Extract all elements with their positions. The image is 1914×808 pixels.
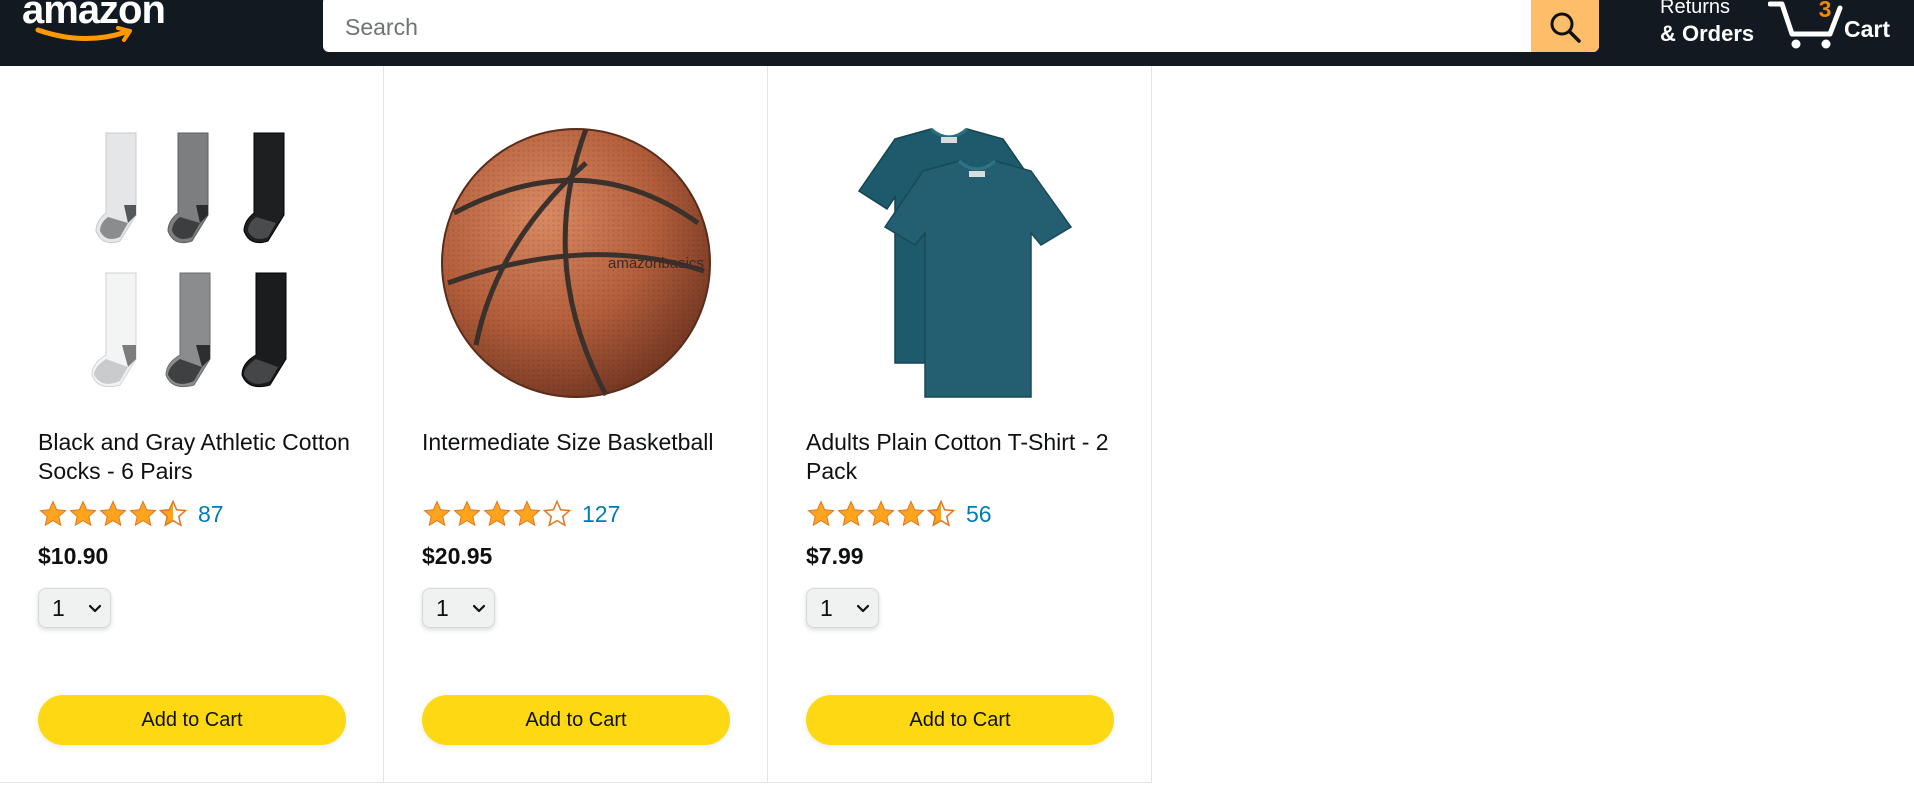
star-half-icon: [926, 499, 956, 527]
star-full-icon: [453, 500, 481, 527]
quantity-select[interactable]: 1: [38, 588, 111, 628]
add-to-cart-button[interactable]: Add to Cart: [806, 695, 1114, 745]
star-full-icon: [897, 500, 925, 527]
star-full-icon: [837, 500, 865, 527]
product-image[interactable]: [38, 114, 346, 412]
product-rating: 56: [806, 496, 992, 532]
star-full-icon: [39, 500, 67, 527]
product-image[interactable]: [806, 114, 1114, 412]
product-rating: 87: [38, 496, 224, 532]
quantity-value: 1: [820, 594, 833, 621]
socks-image: [91, 132, 287, 388]
tshirt-image: [857, 127, 1073, 398]
search-icon: [1550, 12, 1581, 43]
search-input[interactable]: [323, 0, 1531, 52]
star-full-icon: [807, 500, 835, 527]
product-name[interactable]: Black and Gray Athletic Cotton Socks - 6…: [38, 428, 358, 486]
star-half-icon: [158, 499, 188, 527]
quantity-value: 1: [52, 594, 65, 621]
quantity-select[interactable]: 1: [422, 588, 495, 628]
returns-label: Returns: [1660, 0, 1731, 18]
star-full-icon: [69, 500, 97, 527]
star-full-icon: [867, 500, 895, 527]
product-name[interactable]: Intermediate Size Basketball: [422, 428, 742, 457]
product-grid: Black and Gray Athletic Cotton Socks - 6…: [0, 66, 1152, 783]
rating-count-link[interactable]: 127: [582, 501, 620, 528]
product-card-tshirt: Adults Plain Cotton T-Shirt - 2 Pack 56 …: [768, 66, 1152, 782]
star-full-icon: [423, 500, 451, 527]
ball-brand-text: amazonbasics: [608, 255, 704, 272]
basketball-image: amazonbasics: [441, 128, 711, 398]
cart-link[interactable]: 3 Cart: [1768, 0, 1908, 52]
logo-smile-icon: [35, 26, 132, 42]
returns-orders-link[interactable]: Returns & Orders: [1660, 0, 1754, 48]
cart-count-badge: 3: [1818, 0, 1832, 22]
product-price: $10.90: [38, 543, 109, 569]
chevron-down-icon: [88, 604, 102, 613]
top-nav-bar: amazon Returns & Orders 3 Cart: [0, 0, 1914, 66]
product-price: $7.99: [806, 543, 864, 569]
amazon-logo[interactable]: amazon: [22, 0, 182, 48]
search-bar: [323, 0, 1599, 52]
rating-count-link[interactable]: 87: [198, 501, 224, 528]
star-full-icon: [483, 500, 511, 527]
product-rating: 127: [422, 496, 620, 532]
product-card-basketball: amazonbasics Intermediate Size Basketbal…: [384, 66, 768, 782]
star-empty-icon: [542, 499, 572, 527]
star-rating[interactable]: [422, 499, 572, 529]
star-rating[interactable]: [806, 499, 956, 529]
quantity-value: 1: [436, 594, 449, 621]
add-to-cart-button[interactable]: Add to Cart: [38, 695, 346, 745]
add-to-cart-button[interactable]: Add to Cart: [422, 695, 730, 745]
cart-label: Cart: [1844, 16, 1891, 42]
chevron-down-icon: [856, 604, 870, 613]
star-full-icon: [99, 500, 127, 527]
product-price: $20.95: [422, 543, 493, 569]
chevron-down-icon: [472, 604, 486, 613]
star-rating[interactable]: [38, 499, 188, 529]
star-full-icon: [129, 500, 157, 527]
product-card-socks: Black and Gray Athletic Cotton Socks - 6…: [0, 66, 384, 782]
star-full-icon: [513, 500, 541, 527]
orders-label: & Orders: [1660, 21, 1755, 46]
product-image[interactable]: amazonbasics: [422, 114, 730, 412]
search-button[interactable]: [1531, 0, 1599, 52]
product-name[interactable]: Adults Plain Cotton T-Shirt - 2 Pack: [806, 428, 1126, 486]
rating-count-link[interactable]: 56: [966, 501, 992, 528]
quantity-select[interactable]: 1: [806, 588, 879, 628]
